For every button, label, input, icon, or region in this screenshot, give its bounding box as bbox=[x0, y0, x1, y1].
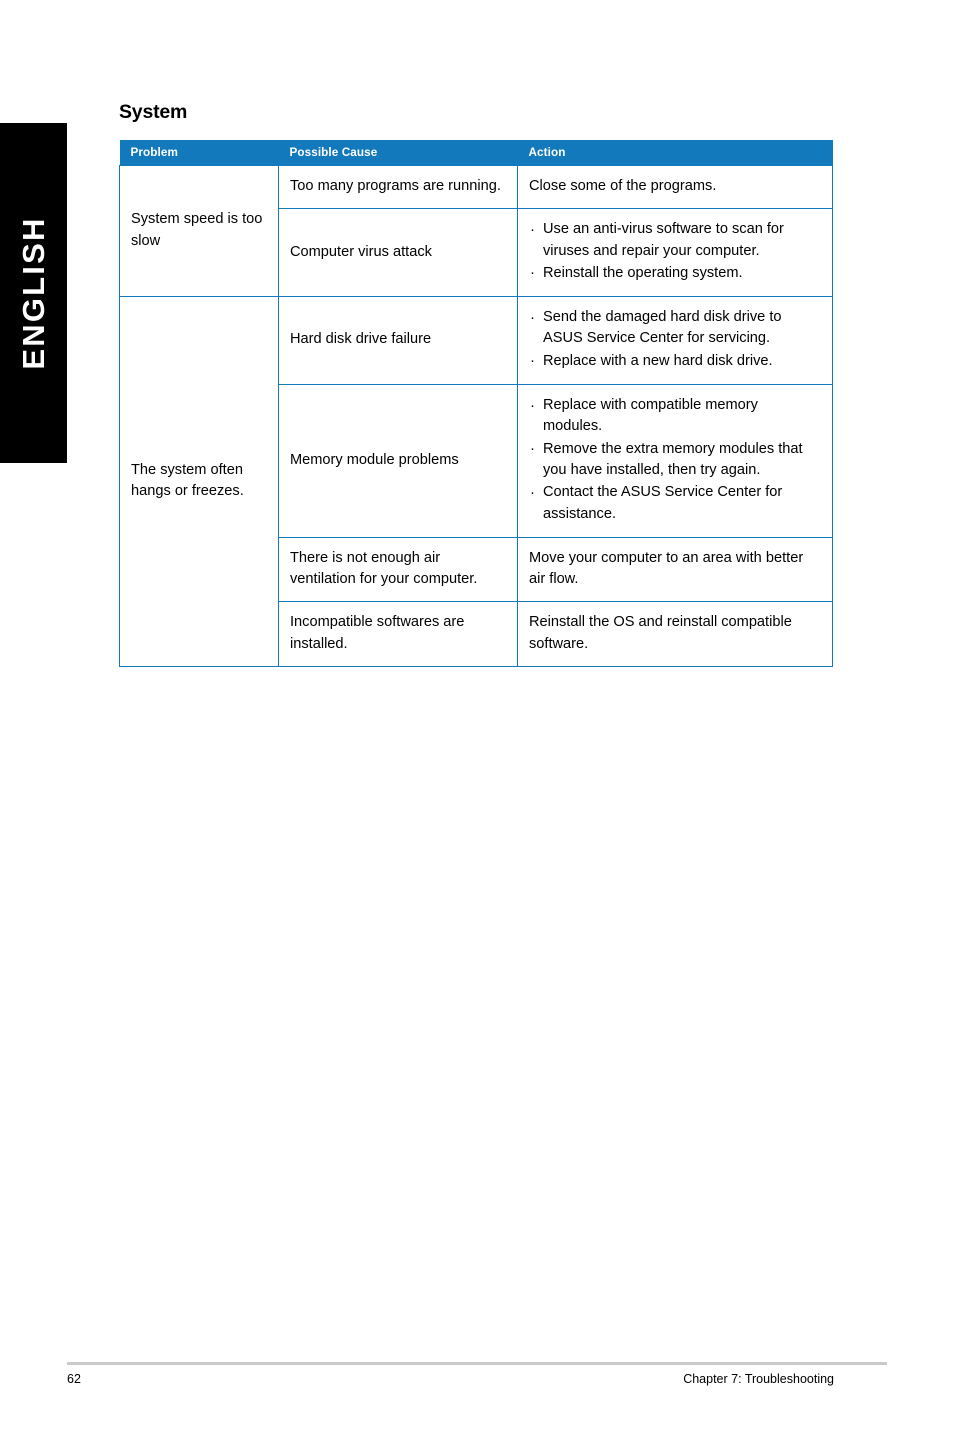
column-header-possible-cause: Possible Cause bbox=[278, 140, 518, 166]
cell-problem: The system often hangs or freezes. bbox=[119, 296, 279, 668]
footer-chapter-label: Chapter 7: Troubleshooting bbox=[683, 1372, 834, 1386]
list-item: Send the damaged hard disk drive to ASUS… bbox=[529, 307, 821, 350]
troubleshooting-table-wrap: Problem Possible Cause Action System spe… bbox=[119, 140, 833, 668]
column-header-action: Action bbox=[517, 140, 833, 166]
list-item: Use an anti-virus software to scan for v… bbox=[529, 219, 821, 262]
action-text: Move your computer to an area with bette… bbox=[529, 549, 804, 588]
cell-cause: Too many programs are running. bbox=[278, 164, 518, 210]
cell-action: Move your computer to an area with bette… bbox=[517, 536, 833, 603]
cell-cause: Hard disk drive failure bbox=[278, 296, 518, 386]
cell-cause: Computer virus attack bbox=[278, 208, 518, 298]
page-number: 62 bbox=[67, 1372, 81, 1386]
language-tab-label: ENGLISH bbox=[15, 216, 51, 370]
cell-cause: Incompatible softwares are installed. bbox=[278, 601, 518, 668]
list-item: Remove the extra memory modules that you… bbox=[529, 438, 821, 482]
cell-action: Reinstall the OS and reinstall compatibl… bbox=[517, 601, 833, 668]
list-item: Contact the ASUS Service Center for assi… bbox=[529, 482, 821, 525]
cell-action: Replace with compatible memory modules. … bbox=[517, 384, 833, 538]
list-item: Reinstall the operating system. bbox=[529, 262, 821, 284]
table-row: System speed is too slow Too many progra… bbox=[119, 164, 833, 298]
table-row: The system often hangs or freezes. Hard … bbox=[119, 296, 833, 668]
footer-divider bbox=[67, 1362, 887, 1365]
list-item: Replace with a new hard disk drive. bbox=[529, 350, 821, 372]
cell-action: Close some of the programs. bbox=[517, 164, 833, 210]
action-text: Close some of the programs. bbox=[529, 178, 717, 194]
troubleshooting-table: Problem Possible Cause Action System spe… bbox=[119, 140, 833, 668]
cell-problem: System speed is too slow bbox=[119, 164, 279, 298]
action-bullet-list: Use an anti-virus software to scan for v… bbox=[529, 219, 821, 285]
cell-cause: Memory module problems bbox=[278, 384, 518, 538]
cell-action: Use an anti-virus software to scan for v… bbox=[517, 208, 833, 298]
action-bullet-list: Send the damaged hard disk drive to ASUS… bbox=[529, 307, 821, 373]
table-header-row: Problem Possible Cause Action bbox=[119, 140, 833, 166]
column-header-problem: Problem bbox=[119, 140, 279, 166]
list-item: Replace with compatible memory modules. bbox=[529, 395, 821, 438]
language-tab: ENGLISH bbox=[0, 123, 67, 463]
page-title: System bbox=[119, 101, 188, 123]
cell-action: Send the damaged hard disk drive to ASUS… bbox=[517, 296, 833, 386]
cell-cause: There is not enough air ventilation for … bbox=[278, 536, 518, 603]
action-bullet-list: Replace with compatible memory modules. … bbox=[529, 395, 821, 525]
action-text: Reinstall the OS and reinstall compatibl… bbox=[529, 614, 792, 652]
